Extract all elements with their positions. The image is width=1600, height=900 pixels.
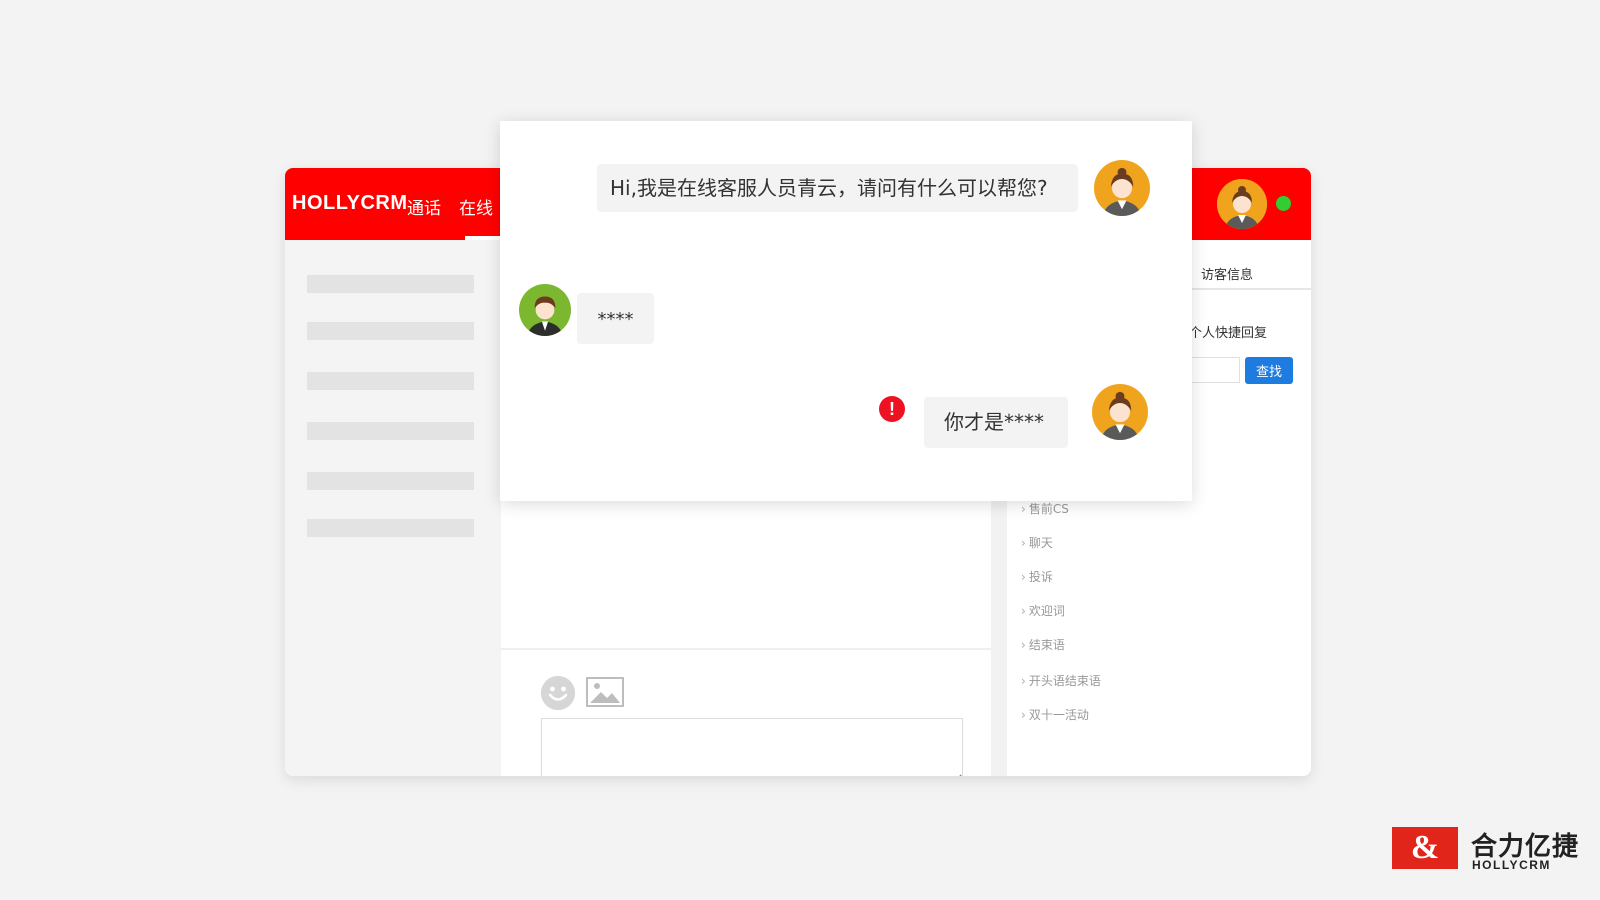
chevron-right-icon: › bbox=[1021, 536, 1026, 550]
picture-icon bbox=[586, 677, 624, 707]
online-status-dot bbox=[1276, 196, 1291, 211]
agent-message-bubble: 你才是**** bbox=[924, 397, 1068, 448]
category-item[interactable]: › 售前CS bbox=[1021, 500, 1069, 517]
visitor-message-bubble: **** bbox=[577, 293, 654, 344]
sidebar-placeholder bbox=[307, 322, 474, 340]
search-button[interactable]: 查找 bbox=[1245, 357, 1293, 384]
agent-avatar bbox=[1092, 384, 1148, 440]
emoji-face-icon bbox=[541, 676, 575, 710]
agent-avatar-icon bbox=[1217, 179, 1267, 229]
sidebar-placeholder bbox=[307, 472, 474, 490]
logo-name-en: HOLLYCRM bbox=[1472, 858, 1551, 872]
chevron-right-icon: › bbox=[1021, 674, 1026, 688]
brand-logo: HOLLYCRM bbox=[292, 192, 408, 214]
category-item[interactable]: › 结束语 bbox=[1021, 636, 1065, 653]
emoji-icon[interactable] bbox=[541, 676, 575, 710]
chevron-right-icon: › bbox=[1021, 570, 1026, 584]
agent-avatar-icon bbox=[1092, 384, 1148, 440]
sidebar-placeholder bbox=[307, 519, 474, 537]
category-item[interactable]: › 双十一活动 bbox=[1021, 706, 1089, 723]
sidebar-placeholder bbox=[307, 372, 474, 390]
message-input[interactable] bbox=[541, 718, 963, 776]
divider bbox=[501, 648, 991, 650]
visitor-avatar bbox=[519, 284, 571, 336]
category-item[interactable]: › 投诉 bbox=[1021, 568, 1053, 585]
visitor-avatar-icon bbox=[519, 284, 571, 336]
agent-avatar[interactable] bbox=[1217, 179, 1267, 229]
agent-avatar bbox=[1094, 160, 1150, 216]
category-item[interactable]: › 欢迎词 bbox=[1021, 602, 1065, 619]
tab-visitor-info[interactable]: 访客信息 bbox=[1201, 264, 1253, 283]
category-item[interactable]: › 聊天 bbox=[1021, 534, 1053, 551]
image-icon[interactable] bbox=[586, 677, 624, 707]
chevron-right-icon: › bbox=[1021, 502, 1026, 516]
agent-avatar-icon bbox=[1094, 160, 1150, 216]
sidebar-placeholder bbox=[307, 275, 474, 293]
category-item[interactable]: › 开头语结束语 bbox=[1021, 672, 1101, 689]
chevron-right-icon: › bbox=[1021, 604, 1026, 618]
error-icon[interactable]: ! bbox=[879, 396, 905, 422]
sidebar-placeholder bbox=[307, 422, 474, 440]
chevron-right-icon: › bbox=[1021, 638, 1026, 652]
quick-reply-label: 个人快捷回复 bbox=[1189, 326, 1268, 341]
nav-item-calls[interactable]: 通话 bbox=[407, 194, 441, 219]
nav-item-online[interactable]: 在线 bbox=[459, 194, 493, 219]
chevron-right-icon: › bbox=[1021, 708, 1026, 722]
company-logo: & 合力亿捷 HOLLYCRM bbox=[1392, 826, 1582, 872]
chat-overlay: Hi,我是在线客服人员青云，请问有什么可以帮您? **** ! 你才是**** bbox=[500, 121, 1192, 501]
sidebar bbox=[285, 240, 500, 776]
logo-mark: & bbox=[1392, 827, 1458, 869]
agent-message-bubble: Hi,我是在线客服人员青云，请问有什么可以帮您? bbox=[597, 164, 1078, 212]
